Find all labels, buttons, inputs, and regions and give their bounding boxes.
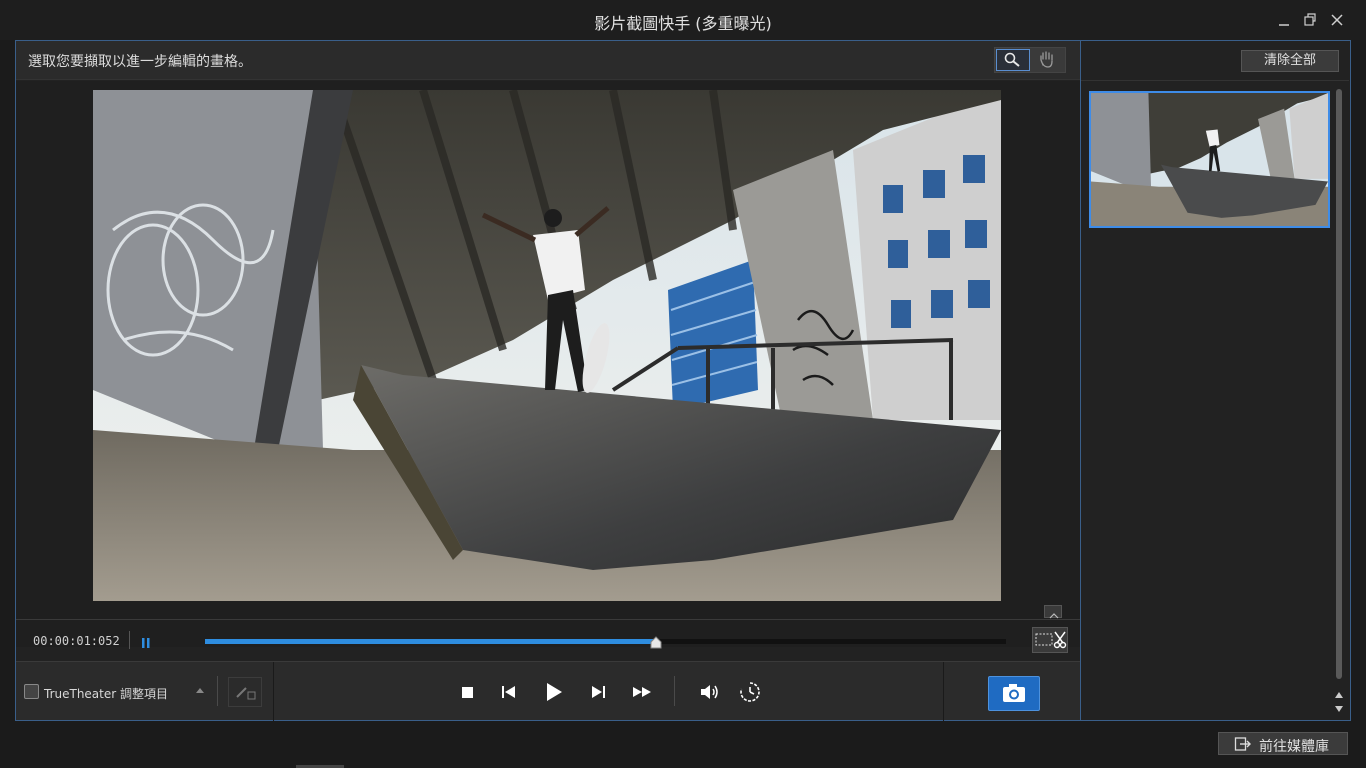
seek-bar[interactable] [205, 636, 1006, 649]
divider [129, 631, 130, 649]
magnifier-icon[interactable] [996, 49, 1030, 71]
instruction-bar: 選取您要擷取以進一步編輯的畫格。 [16, 41, 1080, 80]
next-frame-icon[interactable] [586, 680, 610, 704]
snapshot-thumbnail[interactable] [1089, 91, 1330, 228]
go-to-media-library-label: 前往媒體庫 [1259, 739, 1329, 755]
volume-icon[interactable] [698, 680, 722, 704]
snapshot-scrollbar[interactable] [1336, 89, 1342, 679]
exit-arrow-icon [1234, 736, 1252, 752]
timeline-bar: 00:00:01:052 [16, 619, 1080, 661]
truetheater-checkbox[interactable] [24, 684, 39, 699]
seek-bar-progress [205, 639, 656, 644]
truetheater-label: TrueTheater 調整項目 [44, 687, 168, 701]
go-to-media-library-button[interactable]: 前往媒體庫 [1218, 732, 1348, 755]
restore-icon[interactable] [1302, 12, 1318, 28]
speed-icon[interactable] [738, 680, 762, 704]
view-tool-group [994, 47, 1066, 73]
scroll-up-icon[interactable] [1334, 685, 1344, 698]
divider [674, 676, 675, 706]
camera-icon[interactable] [988, 676, 1040, 711]
instruction-text: 選取您要擷取以進一步編輯的畫格。 [28, 54, 252, 70]
snapshot-panel: 清除全部 [1081, 40, 1351, 721]
trim-scissors-button[interactable] [1032, 627, 1068, 653]
main-panel: 選取您要擷取以進一步編輯的畫格。 00:00:01:052 TrueTheate… [15, 40, 1081, 721]
preview-area [16, 81, 1080, 647]
clear-all-button[interactable]: 清除全部 [1241, 50, 1339, 72]
divider [943, 662, 944, 721]
hand-icon[interactable] [1031, 49, 1065, 71]
divider [1081, 80, 1349, 81]
playback-controls: TrueTheater 調整項目 [16, 661, 1080, 721]
divider [217, 676, 218, 706]
edit-pencil-button[interactable] [228, 677, 262, 707]
divider [273, 662, 274, 721]
close-icon[interactable] [1329, 12, 1345, 28]
title-bar: 影片截圖快手 (多重曝光) [0, 0, 1366, 40]
prev-frame-icon[interactable] [497, 680, 521, 704]
timecode: 00:00:01:052 [33, 634, 120, 648]
fast-forward-icon[interactable] [630, 680, 654, 704]
play-icon[interactable] [541, 680, 565, 704]
scroll-down-icon[interactable] [1334, 699, 1344, 712]
truetheater-dropdown-icon[interactable] [196, 688, 204, 693]
minimize-icon[interactable] [1276, 12, 1292, 28]
seek-thumb[interactable] [650, 634, 662, 649]
pause-indicator-icon[interactable] [141, 634, 151, 648]
collapse-toggle-button[interactable] [1044, 605, 1062, 619]
stop-icon[interactable] [456, 680, 480, 704]
video-preview[interactable] [93, 90, 1001, 601]
window-title: 影片截圖快手 (多重曝光) [594, 14, 772, 33]
